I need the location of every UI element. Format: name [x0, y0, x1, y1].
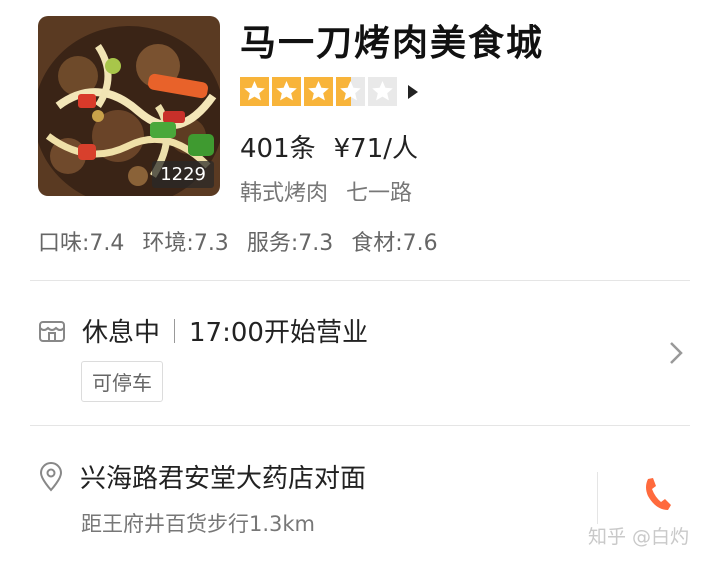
star-icon	[304, 77, 333, 106]
play-triangle-icon	[408, 84, 418, 99]
star-rating[interactable]	[240, 77, 420, 106]
vertical-divider	[597, 472, 598, 524]
distance-text: 距王府井百货步行1.3km	[81, 512, 316, 536]
cuisine-tag: 韩式烤肉	[240, 181, 329, 206]
photo-count-badge: 1229	[152, 161, 214, 188]
ingredients-score: 食材:7.6	[351, 231, 438, 256]
area-tag: 七一路	[346, 181, 413, 206]
watermark: 知乎 @白灼	[588, 526, 690, 548]
star-half-icon	[336, 77, 365, 106]
address-row[interactable]: 兴海路君安堂大药店对面	[38, 458, 366, 495]
star-empty-icon	[368, 77, 397, 106]
review-count[interactable]: 401条	[240, 134, 316, 164]
opening-time: 17:00开始营业	[189, 318, 368, 348]
category-line: 韩式烤肉 七一路	[240, 175, 412, 207]
business-hours-row[interactable]: 休息中 17:00开始营业	[38, 312, 368, 349]
service-score: 服务:7.3	[246, 231, 334, 256]
chevron-right-icon[interactable]	[666, 340, 686, 366]
open-status: 休息中	[82, 318, 161, 348]
shop-hours-icon	[39, 320, 65, 342]
divider	[30, 280, 690, 281]
location-pin-icon	[39, 461, 63, 491]
address-text: 兴海路君安堂大药店对面	[80, 464, 367, 494]
separator	[174, 318, 176, 343]
restaurant-photo[interactable]: 1229	[38, 16, 220, 196]
review-price-line: 401条 ¥71/人	[240, 128, 418, 165]
divider	[30, 425, 690, 426]
phone-icon[interactable]	[642, 476, 672, 512]
average-price: ¥71/人	[333, 134, 419, 164]
parking-tag: 可停车	[81, 361, 163, 402]
star-icon	[240, 77, 269, 106]
sub-scores: 口味:7.4 环境:7.3 服务:7.3 食材:7.6	[38, 225, 438, 257]
taste-score: 口味:7.4	[38, 231, 125, 256]
restaurant-name: 马一刀烤肉美食城	[240, 23, 545, 64]
star-icon	[272, 77, 301, 106]
environment-score: 环境:7.3	[142, 231, 229, 256]
